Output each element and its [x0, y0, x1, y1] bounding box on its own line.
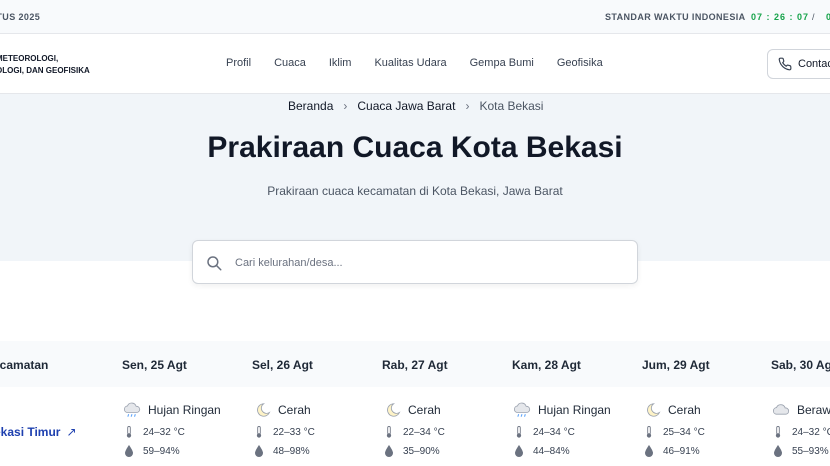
weather-label: Berawa — [797, 403, 830, 417]
nav-item-profil[interactable]: Profil — [226, 57, 251, 69]
search-box — [192, 240, 638, 284]
phone-icon — [778, 57, 792, 71]
moon-icon — [647, 403, 661, 417]
weather-label: Cerah — [408, 403, 441, 417]
thermometer-icon — [516, 426, 522, 438]
forecast-cell: Cerah 25–34 °C 46–91% — [642, 401, 772, 458]
clock-separator: / — [812, 12, 815, 22]
moon-icon — [257, 403, 271, 417]
humidity-range: 35–90% — [403, 445, 440, 457]
table-row: ekasi Timur ↗ Hujan Ringan 24–32 °C 59–94… — [0, 387, 830, 466]
clock-wib: 07 : 26 : 07 — [751, 12, 810, 22]
nav-menu: Profil Cuaca Iklim Kualitas Udara Gempa … — [226, 57, 626, 69]
contact-button[interactable]: Contac — [767, 49, 830, 79]
search-input[interactable] — [235, 253, 615, 273]
temperature-range: 24–34 °C — [533, 426, 575, 438]
droplet-icon — [645, 445, 653, 457]
brand-line-1: METEOROLOGI, — [0, 54, 59, 63]
search-icon — [207, 256, 222, 271]
temperature-range: 22–34 °C — [403, 426, 445, 438]
forecast-cell: Hujan Ringan 24–32 °C 59–94% — [122, 401, 252, 458]
temperature-range: 24–32 °C — [143, 426, 185, 438]
column-header-day: Rab, 27 Agt — [382, 358, 448, 372]
humidity-range: 55–93% — [792, 445, 829, 457]
chevron-right-icon: › — [343, 99, 348, 113]
breadcrumb: Beranda › Cuaca Jawa Barat › Kota Bekasi — [288, 99, 543, 113]
thermometer-icon — [775, 426, 781, 438]
forecast-cell: Berawa 24–32 °C 55–93% — [771, 401, 830, 458]
top-info-bar: STUS 2025 STANDAR WAKTU INDONESIA 07 : 2… — [0, 0, 830, 34]
column-header-kecamatan: ecamatan — [0, 358, 49, 372]
thermometer-icon — [646, 426, 652, 438]
cloud-icon — [772, 404, 790, 415]
timezone-label: STANDAR WAKTU INDONESIA — [605, 12, 746, 22]
thermometer-icon — [256, 426, 262, 438]
nav-item-iklim[interactable]: Iklim — [329, 57, 352, 69]
main-navbar: METEOROLOGI, OLOGI, DAN GEOFISIKA Profil… — [0, 34, 830, 94]
clock-secondary: 0 — [826, 12, 830, 22]
temperature-range: 24–32 °C — [792, 426, 830, 438]
chevron-right-icon: › — [465, 99, 470, 113]
brand-line-2: OLOGI, DAN GEOFISIKA — [0, 66, 90, 75]
droplet-icon — [385, 445, 393, 457]
column-header-day: Sen, 25 Agt — [122, 358, 187, 372]
kecamatan-name: ekasi Timur — [0, 425, 61, 439]
current-date: STUS 2025 — [0, 12, 41, 22]
column-header-day: Sab, 30 Ag — [771, 358, 830, 372]
forecast-table-header: ecamatan Sen, 25 Agt Sel, 26 Agt Rab, 27… — [0, 341, 830, 387]
weather-label: Hujan Ringan — [538, 403, 611, 417]
nav-item-geofisika[interactable]: Geofisika — [557, 57, 603, 69]
moon-icon — [387, 403, 401, 417]
humidity-range: 48–98% — [273, 445, 310, 457]
nav-item-cuaca[interactable]: Cuaca — [274, 57, 306, 69]
cloud-rain-icon — [513, 402, 531, 417]
droplet-icon — [125, 445, 133, 457]
breadcrumb-current: Kota Bekasi — [479, 99, 544, 113]
thermometer-icon — [386, 426, 392, 438]
thermometer-icon — [126, 426, 132, 438]
forecast-cell: Cerah 22–34 °C 35–90% — [382, 401, 512, 458]
forecast-cell: Hujan Ringan 24–34 °C 44–84% — [512, 401, 642, 458]
kecamatan-link[interactable]: ekasi Timur ↗ — [0, 425, 77, 439]
external-link-icon: ↗ — [66, 425, 77, 439]
page-title: Prakiraan Cuaca Kota Bekasi — [207, 131, 623, 164]
droplet-icon — [255, 445, 263, 457]
nav-item-kualitas-udara[interactable]: Kualitas Udara — [374, 57, 446, 69]
contact-label: Contac — [798, 58, 830, 70]
weather-label: Cerah — [668, 403, 701, 417]
humidity-range: 46–91% — [663, 445, 700, 457]
column-header-day: Jum, 29 Agt — [642, 358, 710, 372]
temperature-range: 22–33 °C — [273, 426, 315, 438]
breadcrumb-home[interactable]: Beranda — [288, 99, 333, 113]
column-header-day: Kam, 28 Agt — [512, 358, 581, 372]
droplet-icon — [774, 445, 782, 457]
brand-logo-text[interactable]: METEOROLOGI, OLOGI, DAN GEOFISIKA — [0, 53, 90, 77]
breadcrumb-section[interactable]: Cuaca Jawa Barat — [357, 99, 455, 113]
humidity-range: 44–84% — [533, 445, 570, 457]
page-subtitle: Prakiraan cuaca kecamatan di Kota Bekasi… — [267, 184, 563, 198]
humidity-range: 59–94% — [143, 445, 180, 457]
weather-label: Cerah — [278, 403, 311, 417]
nav-item-gempa-bumi[interactable]: Gempa Bumi — [470, 57, 534, 69]
hero-section: Beranda › Cuaca Jawa Barat › Kota Bekasi… — [0, 94, 830, 261]
column-header-day: Sel, 26 Agt — [252, 358, 313, 372]
weather-label: Hujan Ringan — [148, 403, 221, 417]
cloud-rain-icon — [123, 402, 141, 417]
droplet-icon — [515, 445, 523, 457]
forecast-cell: Cerah 22–33 °C 48–98% — [252, 401, 382, 458]
temperature-range: 25–34 °C — [663, 426, 705, 438]
